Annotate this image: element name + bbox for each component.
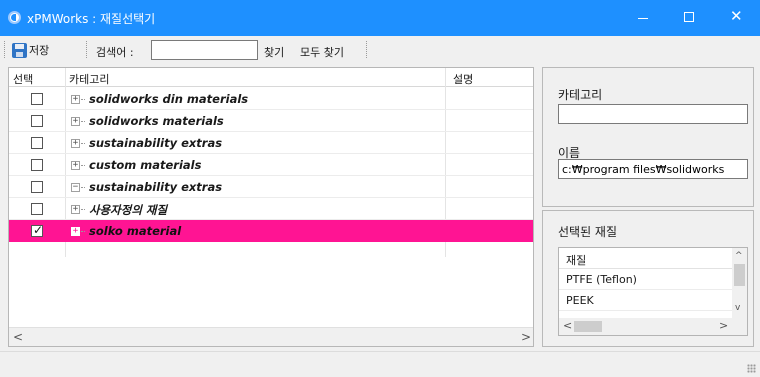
window-title: xPMWorks : 재질선택기	[27, 12, 156, 26]
tree-expander-icon[interactable]: +	[71, 227, 80, 236]
tree-expander-icon[interactable]: +	[71, 205, 80, 214]
table-row[interactable]: + sustainability extras	[9, 132, 533, 154]
grid-horizontal-scrollbar[interactable]: < >	[9, 327, 533, 346]
selected-materials-panel: 선택된 재질 재질 PTFE (Teflon) PEEK ^ v < >	[542, 210, 754, 347]
list-horizontal-scrollbar[interactable]: < >	[559, 318, 732, 335]
table-row[interactable]: + solidworks din materials	[9, 88, 533, 110]
table-row[interactable]: + solidworks materials	[9, 110, 533, 132]
checkmark-icon: ✓	[33, 223, 44, 237]
tree-line	[81, 143, 85, 144]
tree-line	[81, 187, 85, 188]
column-header-description[interactable]: 설명	[453, 71, 473, 87]
tree-expander-icon[interactable]: +	[71, 139, 80, 148]
maximize-button[interactable]	[666, 0, 712, 36]
category-cell: solko material	[89, 224, 182, 238]
close-button[interactable]: ✕	[714, 0, 760, 36]
toolbar-separator	[366, 41, 369, 58]
select-checkbox[interactable]	[31, 93, 43, 105]
list-item[interactable]: PEEK	[559, 290, 732, 311]
select-checkbox[interactable]	[31, 159, 43, 171]
minimize-icon	[638, 18, 648, 19]
table-row[interactable]: ✓ + solko material	[9, 220, 533, 242]
select-checkbox[interactable]: ✓	[31, 223, 44, 237]
scroll-left-icon[interactable]: <	[13, 330, 23, 344]
scrollbar-corner	[732, 318, 747, 335]
floppy-disk-icon	[12, 42, 27, 58]
list-item[interactable]: PTFE (Teflon)	[559, 269, 732, 290]
table-row[interactable]: + 사용자정의 재질	[9, 198, 533, 220]
name-field[interactable]	[558, 159, 748, 179]
search-label: 검색어 :	[96, 46, 134, 59]
save-button-label: 저장	[29, 44, 50, 57]
select-checkbox[interactable]	[31, 137, 43, 149]
search-input[interactable]	[151, 40, 258, 60]
select-checkbox[interactable]	[31, 181, 43, 193]
tree-line	[81, 165, 85, 166]
select-checkbox[interactable]	[31, 115, 43, 127]
list-item-label: PEEK	[566, 294, 594, 307]
category-label: 카테고리	[558, 88, 603, 102]
toolbar-separator	[86, 41, 89, 58]
tree-line	[81, 121, 85, 122]
app-icon	[8, 11, 21, 24]
table-row[interactable]: + custom materials	[9, 154, 533, 176]
find-button[interactable]: 찾기	[264, 44, 284, 60]
tree-expander-icon[interactable]: +	[71, 95, 80, 104]
status-bar	[0, 351, 760, 377]
category-field[interactable]	[558, 104, 748, 124]
selected-materials-label: 선택된 재질	[558, 225, 618, 239]
tree-line	[81, 209, 85, 210]
minimize-button[interactable]	[620, 0, 666, 36]
list-item-label: PTFE (Teflon)	[566, 273, 637, 286]
maximize-icon	[684, 12, 694, 22]
scroll-down-icon[interactable]: v	[735, 303, 740, 313]
tree-line	[81, 231, 85, 232]
category-cell: solidworks din materials	[89, 92, 249, 106]
table-row[interactable]: − sustainability extras	[9, 176, 533, 198]
list-vertical-scrollbar[interactable]: ^ v	[732, 248, 747, 318]
scroll-thumb[interactable]	[734, 264, 745, 286]
category-cell: custom materials	[89, 158, 202, 172]
column-header-category[interactable]: 카테고리	[69, 71, 109, 87]
scroll-up-icon[interactable]: ^	[735, 251, 743, 261]
resize-grip-icon[interactable]	[747, 364, 756, 373]
scroll-left-icon[interactable]: <	[563, 319, 572, 332]
grid-header: 선택 카테고리 설명	[9, 68, 533, 87]
close-icon: ✕	[730, 7, 743, 25]
category-cell: 사용자정의 재질	[89, 203, 168, 217]
category-cell: sustainability extras	[89, 136, 223, 150]
scroll-right-icon[interactable]: >	[521, 330, 531, 344]
column-header-select[interactable]: 선택	[13, 71, 33, 87]
tree-expander-icon[interactable]: +	[71, 117, 80, 126]
tree-expander-icon[interactable]: −	[71, 183, 80, 192]
toolbar-grip[interactable]	[4, 41, 7, 58]
title-bar: xPMWorks : 재질선택기 ✕	[0, 0, 760, 36]
tree-line	[81, 99, 85, 100]
column-header-material[interactable]: 재질	[566, 252, 586, 268]
toolbar: 저장 검색어 : 찾기 모두 찾기	[0, 36, 760, 64]
category-cell: sustainability extras	[89, 180, 223, 194]
details-panel: 카테고리 이름	[542, 67, 754, 207]
category-cell: solidworks materials	[89, 114, 224, 128]
tree-expander-icon[interactable]: +	[71, 161, 80, 170]
find-all-button[interactable]: 모두 찾기	[300, 44, 344, 60]
material-grid[interactable]: 선택 카테고리 설명 + solidworks din materials + sol…	[8, 67, 534, 347]
selected-materials-list[interactable]: 재질 PTFE (Teflon) PEEK ^ v < >	[558, 247, 748, 336]
select-checkbox[interactable]	[31, 203, 43, 215]
list-header: 재질	[559, 248, 732, 269]
scroll-right-icon[interactable]: >	[719, 319, 728, 332]
scroll-thumb[interactable]	[574, 321, 602, 332]
save-button[interactable]: 저장	[10, 39, 51, 61]
